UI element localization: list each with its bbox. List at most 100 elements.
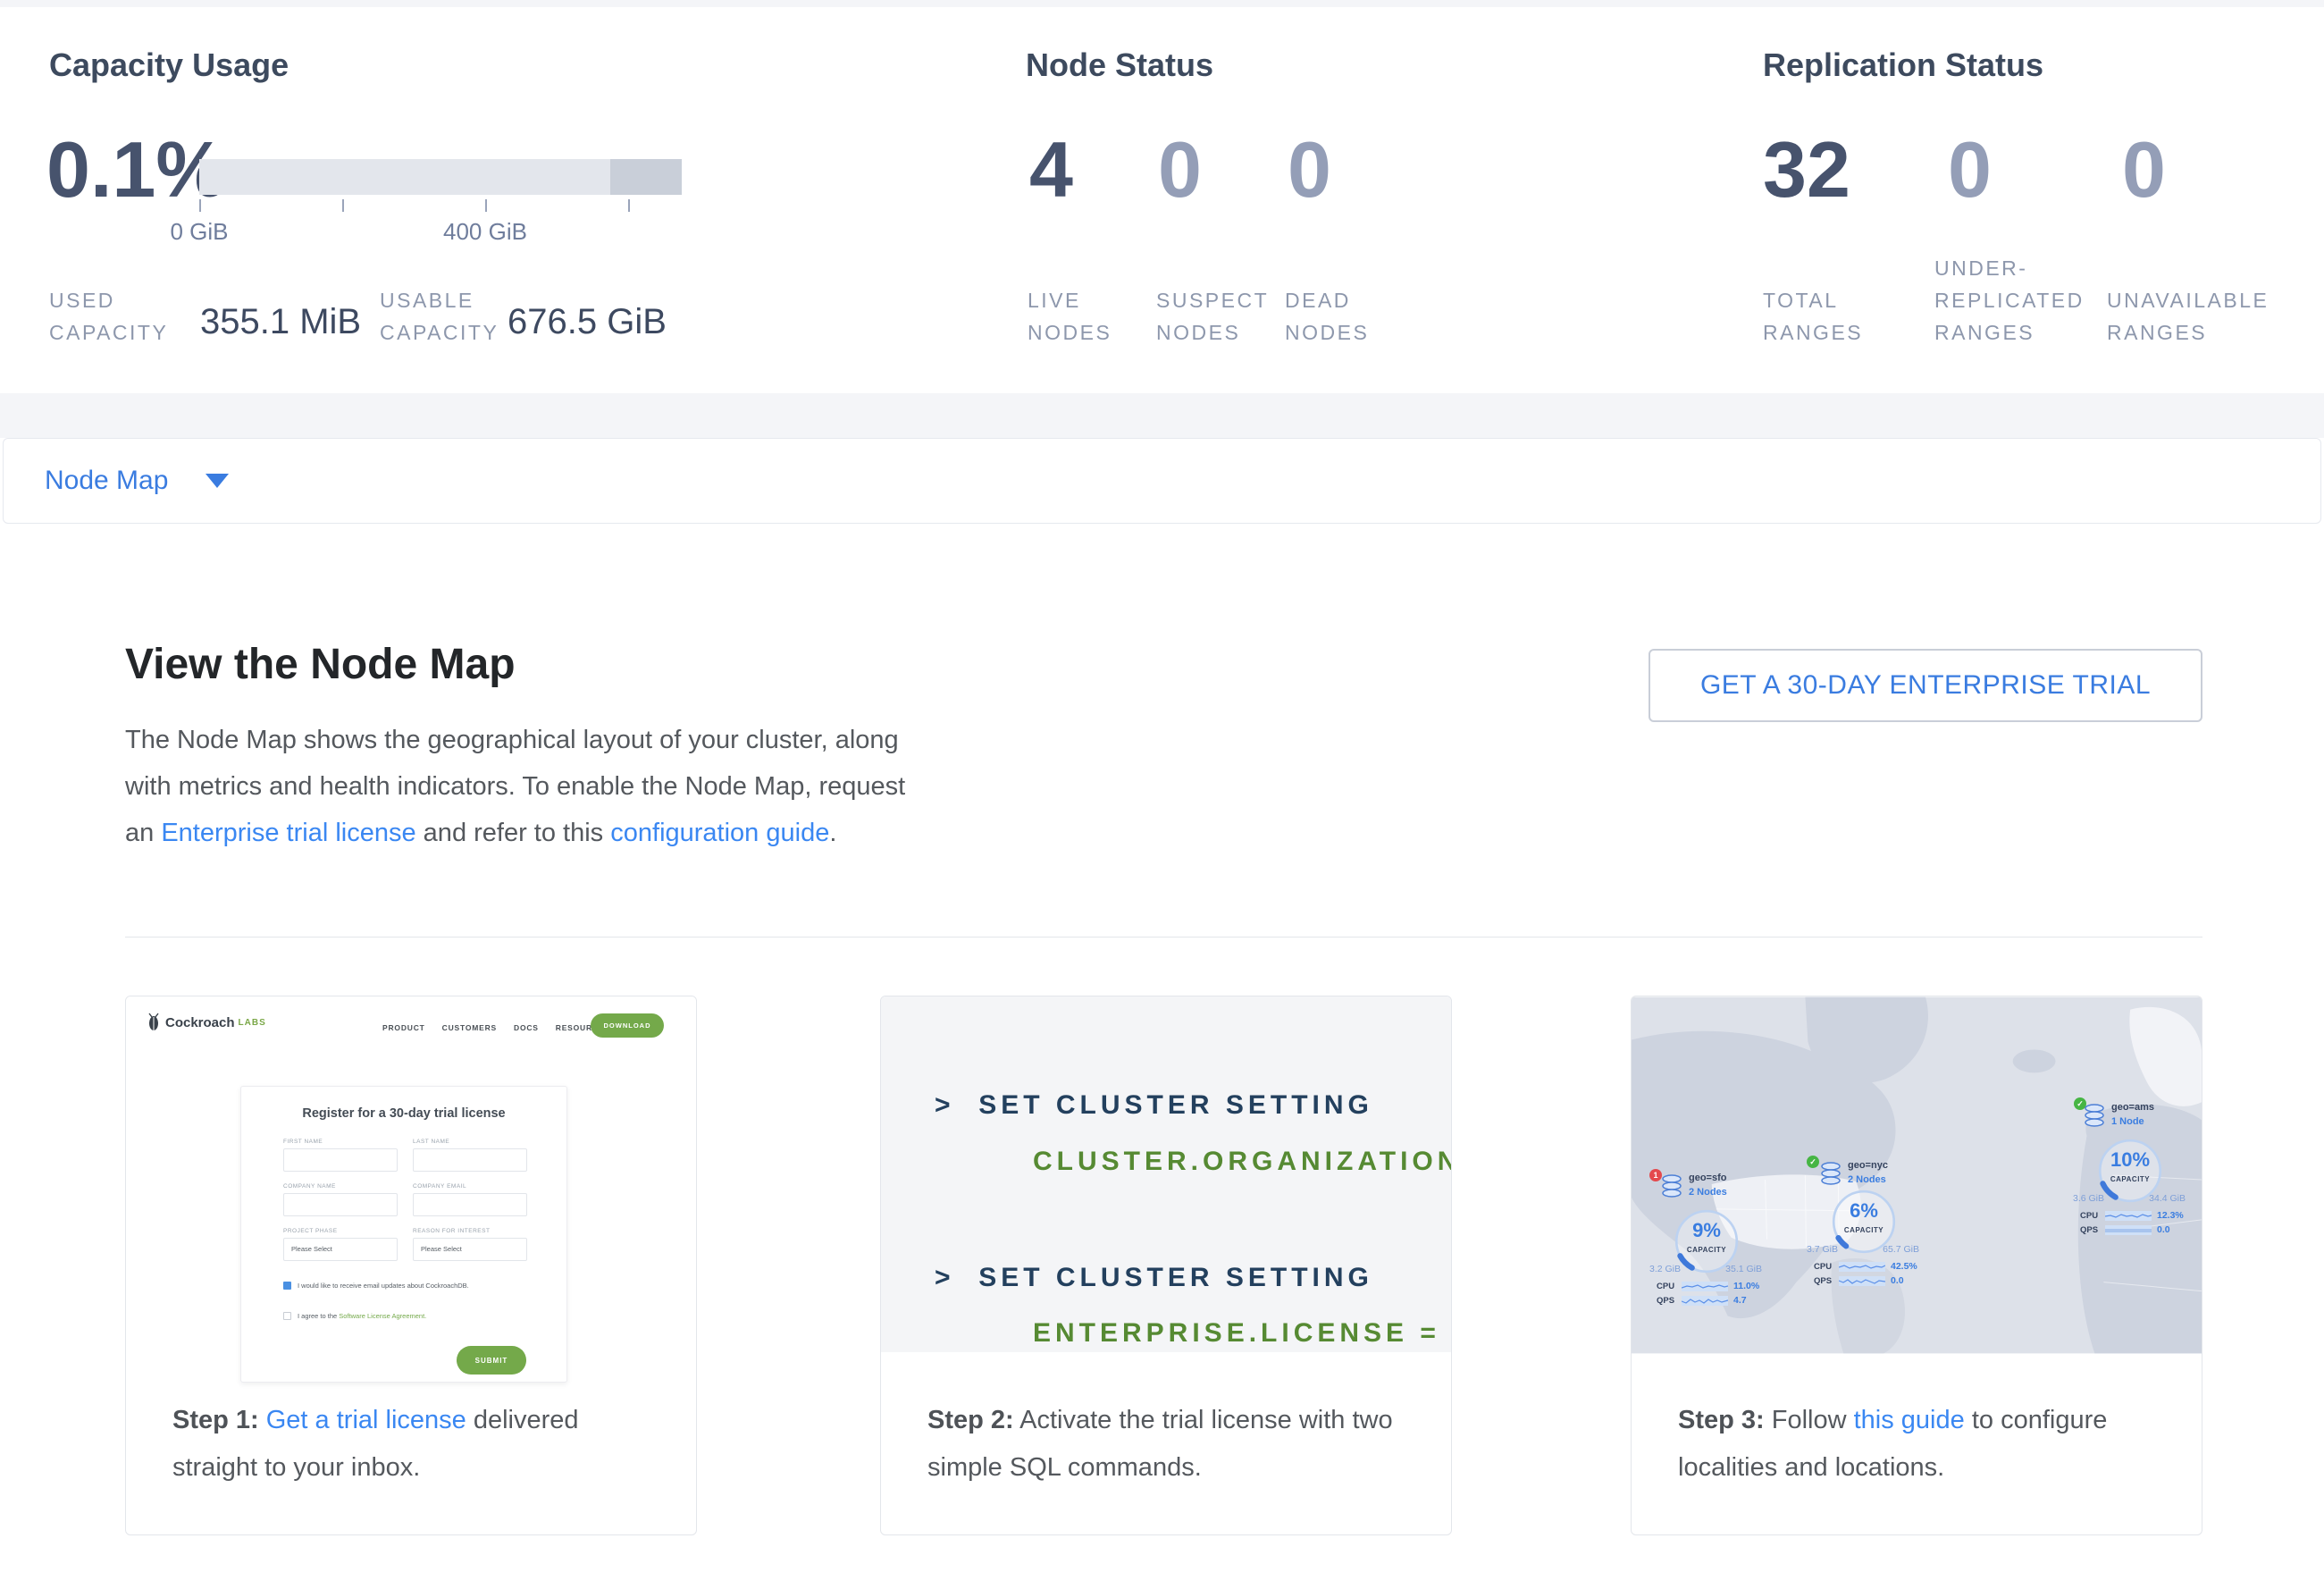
field-label: PROJECT PHASE [283,1228,338,1234]
cpu-sparkline-icon [1839,1262,1885,1272]
live-nodes-label: LIVE NODES [1028,284,1112,349]
used-capacity-value: 355.1 MiB [200,302,361,342]
used-gib: 3.6 GiB [2073,1193,2104,1204]
step1-caption: Step 1: Get a trial license delivered st… [172,1397,659,1492]
used-capacity-label: USED CAPACITY [49,284,168,349]
capacity-usage-title: Capacity Usage [49,46,289,84]
check-badge-icon: ✓ [1807,1156,1819,1168]
replication-status-title: Replication Status [1763,46,2043,84]
section-gap [0,393,2324,438]
total-gib: 65.7 GiB [1883,1244,1919,1255]
step2-card: > SET CLUSTER SETTING CLUSTER.ORGANIZATI… [880,996,1452,1535]
used-gib: 3.2 GiB [1649,1264,1681,1274]
last-name-input [413,1148,527,1172]
qps-metric: QPS 0.0 [1814,1275,1919,1286]
suspect-nodes-value: 0 [1158,130,1202,209]
cockroach-labs-logo: Cockroach LABS [147,1013,266,1032]
enterprise-trial-license-link[interactable]: Enterprise trial license [161,819,415,847]
axis-tick-label: 0 GiB [137,218,262,246]
checkbox-checked-icon [283,1282,291,1290]
nav-item: DOCS [514,1023,539,1032]
chevron-down-icon[interactable] [206,474,229,488]
cpu-metric: CPU 12.3% [2080,1210,2186,1221]
qps-metric: QPS 4.7 [1657,1295,1762,1306]
submit-button: SUBMIT [457,1346,526,1375]
intro-text: and refer to this [416,819,611,847]
software-license-link: Software License Agreement. [339,1312,426,1320]
get-trial-license-link[interactable]: Get a trial license [266,1406,466,1434]
total-gib: 34.4 GiB [2149,1193,2186,1204]
cluster-summary-panel: Capacity Usage 0.1% 0 GiB 400 GiB USED C… [0,7,2324,393]
database-nodes-icon [1819,1161,1842,1186]
axis-tick-label: 400 GiB [423,218,548,246]
trial-signup-screenshot: Cockroach LABS PRODUCT CUSTOMERS DOCS RE… [126,996,696,1394]
form-title: Register for a 30-day trial license [241,1106,566,1121]
node-status-title: Node Status [1026,46,1213,84]
usable-capacity-value: 676.5 GiB [508,302,667,342]
cockroach-bug-icon [147,1013,161,1032]
sql-argument: CLUSTER.ORGANIZATION = [1033,1147,1452,1177]
axis-tick [485,199,487,212]
unavailable-ranges-label: UNAVAILABLE RANGES [2107,284,2269,349]
node-map-preview: 1 geo=sfo 2 Nodes 9% CAPACITY 3.2 GiB35.… [1632,996,2202,1354]
capacity-bar [199,159,682,195]
usable-capacity-label: USABLE CAPACITY [380,284,499,349]
step3-card: 1 geo=sfo 2 Nodes 9% CAPACITY 3.2 GiB35.… [1631,996,2202,1535]
used-gib: 3.7 GiB [1807,1244,1838,1255]
trial-license-form: Register for a 30-day trial license FIRS… [240,1086,567,1383]
intro-text: . [829,819,836,847]
database-nodes-icon [1660,1173,1683,1198]
step3-caption: Step 3: Follow this guide to configure l… [1678,1397,2165,1492]
step1-card: Cockroach LABS PRODUCT CUSTOMERS DOCS RE… [125,996,697,1535]
project-phase-select: Please Select [283,1238,398,1261]
live-nodes-value: 4 [1029,130,1073,209]
cluster-overview-page: Capacity Usage 0.1% 0 GiB 400 GiB USED C… [0,0,2324,1589]
first-name-input [283,1148,398,1172]
field-label: LAST NAME [413,1139,449,1145]
total-ranges-label: TOTAL RANGES [1763,284,1863,349]
cpu-metric: CPU 11.0% [1657,1281,1762,1291]
nav-item: CUSTOMERS [442,1023,497,1032]
qps-sparkline-icon [1839,1276,1885,1286]
qps-sparkline-icon [1682,1296,1728,1306]
get-enterprise-trial-button[interactable]: GET A 30-DAY ENTERPRISE TRIAL [1649,649,2202,722]
under-replicated-ranges-label: UNDER- REPLICATED RANGES [1934,252,2085,349]
nav-item: PRODUCT [382,1023,425,1032]
capacity-bar-nonusable-segment [610,159,682,195]
cpu-metric: CPU 42.5% [1814,1261,1919,1272]
dead-nodes-label: DEAD NODES [1285,284,1369,349]
cpu-sparkline-icon [2105,1211,2152,1221]
nodemap-dropdown-bar[interactable]: Node Map [3,438,2321,524]
this-guide-link[interactable]: this guide [1854,1406,1965,1434]
nodemap-dropdown-label[interactable]: Node Map [45,466,168,496]
field-label: COMPANY EMAIL [413,1183,466,1190]
unavailable-ranges-value: 0 [2122,130,2166,209]
download-button: DOWNLOAD [591,1013,664,1038]
intro-paragraph: The Node Map shows the geographical layo… [125,717,938,856]
total-gib: 35.1 GiB [1725,1264,1762,1274]
field-label: COMPANY NAME [283,1183,336,1190]
email-updates-checkbox: I would like to receive email updates ab… [283,1282,542,1290]
license-agreement-checkbox: I agree to the Software License Agreemen… [283,1312,542,1320]
sql-argument: ENTERPRISE.LICENSE = [1033,1318,1440,1349]
suspect-nodes-label: SUSPECT NODES [1156,284,1269,349]
step2-caption: Step 2: Activate the trial license with … [927,1397,1414,1492]
checkbox-empty-icon [283,1312,291,1320]
nodemap-enterprise-section: View the Node Map The Node Map shows the… [0,524,2324,1589]
qps-metric: QPS 0.0 [2080,1224,2186,1235]
under-replicated-ranges-value: 0 [1948,130,1992,209]
total-ranges-value: 32 [1763,130,1850,209]
page-background-strip [0,0,2324,7]
configuration-guide-link[interactable]: configuration guide [610,819,829,847]
axis-tick [199,199,201,212]
field-label: REASON FOR INTEREST [413,1228,490,1234]
dead-nodes-value: 0 [1288,130,1331,209]
company-name-input [283,1193,398,1216]
cpu-sparkline-icon [1682,1282,1728,1291]
field-label: FIRST NAME [283,1139,323,1145]
sql-code-illustration: > SET CLUSTER SETTING CLUSTER.ORGANIZATI… [881,996,1451,1352]
reason-select: Please Select [413,1238,527,1261]
axis-tick [342,199,344,212]
company-email-input [413,1193,527,1216]
axis-tick [628,199,630,212]
